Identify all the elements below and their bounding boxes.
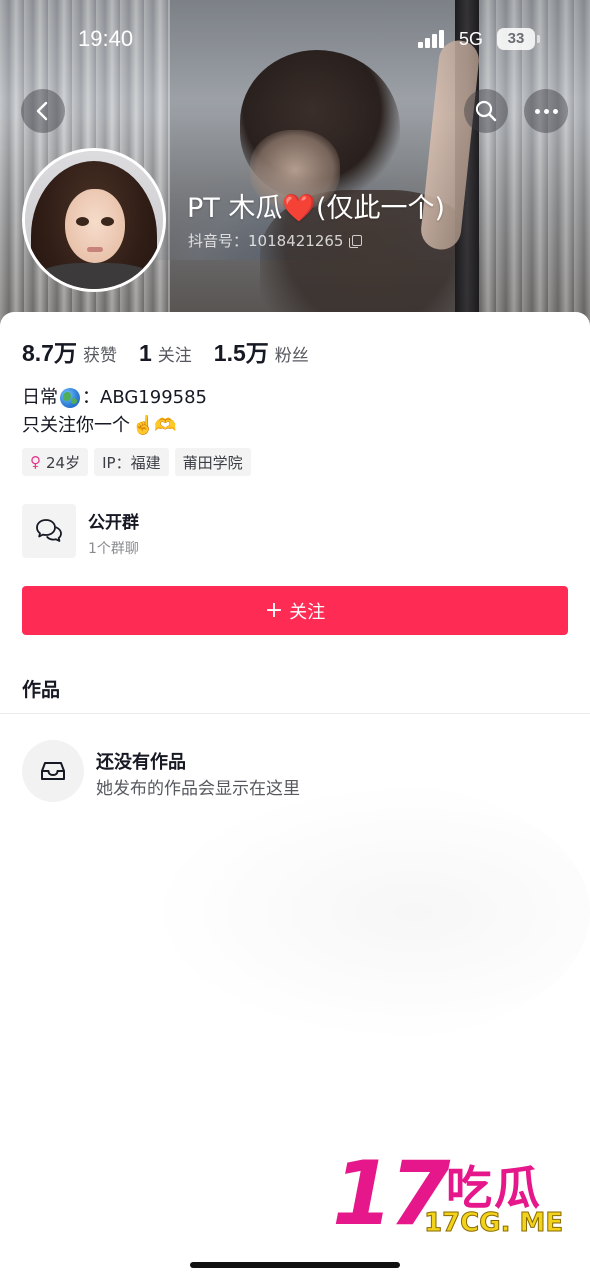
- tag-ip: IP：福建: [94, 448, 169, 476]
- globe-icon: [60, 388, 80, 408]
- watermark-url: 17CG. ME: [423, 1208, 564, 1239]
- bio-line-2-text: 只关注你一个: [22, 415, 130, 436]
- profile-card: 8.7万 获赞 1 关注 1.5万 粉丝 日常 ：ABG199585 只关注你一…: [0, 312, 590, 1280]
- stat-followers[interactable]: 1.5万 粉丝: [214, 334, 309, 368]
- tag-age-text: 24岁: [46, 453, 81, 472]
- copy-icon[interactable]: [349, 234, 363, 248]
- bio-line-1-prefix: 日常: [22, 387, 58, 408]
- profile-stats: 8.7万 获赞 1 关注 1.5万 粉丝: [22, 334, 331, 368]
- inbox-icon: [22, 740, 84, 802]
- public-group-entry[interactable]: 公开群 1个群聊: [22, 504, 568, 560]
- female-icon: ♀: [30, 453, 41, 471]
- stat-following[interactable]: 1 关注: [139, 340, 192, 367]
- group-title: 公开群: [88, 513, 139, 533]
- profile-name: PT 木瓜❤️(仅此一个): [187, 186, 445, 225]
- background-blur: [150, 782, 590, 1042]
- chevron-left-icon: [36, 101, 48, 121]
- bio-line-2: 只关注你一个 ☝️🫶: [22, 412, 207, 440]
- signal-icon: [418, 30, 448, 48]
- stat-followers-value: 1.5万: [213, 340, 269, 366]
- back-button[interactable]: [21, 89, 65, 133]
- more-dots-icon: [534, 108, 558, 114]
- avatar[interactable]: [22, 148, 166, 292]
- stat-likes[interactable]: 8.7万 获赞: [22, 334, 117, 368]
- profile-bio: 日常 ：ABG199585 只关注你一个 ☝️🫶: [22, 384, 207, 440]
- search-button[interactable]: [464, 89, 508, 133]
- stat-likes-label: 获赞: [82, 346, 117, 366]
- stat-following-value: 1: [138, 340, 152, 366]
- group-chat-icon: [22, 504, 76, 558]
- stat-following-label: 关注: [157, 346, 192, 366]
- profile-name-suffix: (仅此一个): [315, 193, 446, 224]
- heart-emoji: ❤️: [282, 193, 316, 224]
- bio-line-1-suffix: ：ABG199585: [82, 387, 208, 408]
- home-indicator[interactable]: [190, 1262, 400, 1268]
- tab-works[interactable]: 作品: [22, 675, 60, 702]
- tag-age: ♀ 24岁: [22, 448, 89, 476]
- profile-tags: ♀ 24岁 IP：福建 莆田学院: [22, 448, 251, 476]
- stat-followers-label: 粉丝: [274, 346, 309, 366]
- tag-school[interactable]: 莆田学院: [174, 448, 251, 476]
- profile-name-prefix: PT 木瓜: [187, 193, 283, 224]
- status-time: 19:40: [78, 26, 134, 51]
- search-icon: [475, 100, 497, 122]
- plus-icon: +: [264, 597, 284, 623]
- douyin-id: 1018421265: [248, 231, 344, 250]
- battery-icon: 33: [497, 28, 540, 50]
- watermark-logo: 17 吃瓜 17CG. ME: [332, 1150, 572, 1242]
- empty-works-title: 还没有作品: [96, 752, 186, 773]
- bio-line-1: 日常 ：ABG199585: [22, 384, 207, 412]
- follow-button-label: 关注: [289, 601, 326, 623]
- stat-likes-value: 8.7万: [22, 340, 77, 366]
- more-button[interactable]: [524, 89, 568, 133]
- douyin-id-row[interactable]: 抖音号： 1018421265: [188, 230, 363, 251]
- hand-emoji: ☝️🫶: [132, 415, 177, 436]
- group-subtitle: 1个群聊: [88, 541, 139, 557]
- divider: [0, 713, 590, 714]
- follow-button[interactable]: + 关注: [22, 586, 568, 635]
- douyin-id-label: 抖音号：: [188, 232, 249, 250]
- network-type: 5G: [459, 29, 484, 49]
